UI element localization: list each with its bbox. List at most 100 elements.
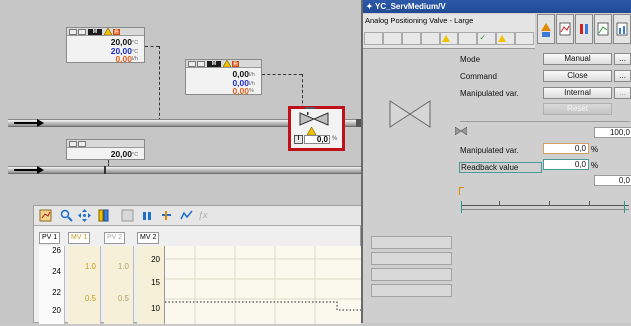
mode-tag: M [88, 29, 102, 35]
unit-label: % [249, 88, 254, 94]
window-titlebar[interactable]: ✦ YC_ServMedium/V [363, 0, 631, 13]
signal-line [145, 46, 159, 47]
window-title: YC_ServMedium/V [375, 2, 446, 11]
tick-label: 1.0 [84, 262, 96, 271]
valve-small-icon [455, 127, 467, 135]
flow-arrow-icon [14, 119, 44, 127]
tick-label: 24 [52, 267, 61, 276]
limit-view-button[interactable] [594, 14, 612, 44]
warning-icon [498, 35, 507, 42]
alarm-badge: F [113, 29, 120, 35]
warning-icon [441, 35, 450, 42]
axis-mv1: 1.0 0.5 [68, 246, 101, 324]
signal-line [262, 74, 302, 75]
readback-unit: % [591, 161, 599, 170]
measurement-faceplate-2[interactable]: M F 0,00 l/h 0,00 l/h 0,00 % [185, 59, 262, 96]
tick-label: 20 [52, 306, 61, 315]
measurement-faceplate-3[interactable]: 20,00 °C [66, 139, 145, 160]
valve-icon [299, 112, 329, 126]
valve-block-selected[interactable]: I 0,0 % [288, 106, 345, 151]
tab-pv2[interactable]: PV 2 [104, 232, 126, 244]
toggle-icon [69, 141, 77, 147]
manipulated-var-label: Manipulated var. [460, 146, 519, 155]
block-type-label: Analog Positioning Valve - Large [365, 16, 474, 25]
move-icon[interactable] [78, 209, 91, 222]
warning-icon [104, 28, 112, 35]
trend-window[interactable]: ƒx PV 1 MV 1 PV 2 MV 2 26 24 22 20 1.0 0… [33, 205, 362, 324]
reset-button[interactable]: Reset [543, 103, 612, 115]
zoom-icon[interactable] [60, 209, 73, 222]
valve-faceplate-window[interactable]: ✦ YC_ServMedium/V Analog Positioning Val… [361, 0, 631, 323]
valve-position-value: 0,0 [304, 135, 330, 144]
scale-max-value: 100,0 [594, 127, 631, 138]
unit-label: l/h [249, 72, 255, 78]
readback-label: Readback value [459, 162, 542, 173]
check-icon: ✓ [479, 33, 487, 42]
toggle-icon [197, 61, 205, 67]
separator [460, 121, 630, 122]
valve-stem [305, 107, 315, 109]
unit-label: l/h [132, 56, 138, 62]
signal-line [159, 46, 160, 126]
message-field [371, 268, 452, 281]
mode-button[interactable]: Manual [543, 53, 612, 65]
tick-label: 15 [151, 278, 160, 287]
measurement-faceplate-1[interactable]: M F 20,00 °C 20,00 °C 0,00 l/h [66, 27, 145, 64]
tick-label: 0.5 [84, 294, 96, 303]
sensor-tap [104, 166, 110, 174]
statistics-icon[interactable] [121, 209, 134, 222]
tab-mv2[interactable]: MV 2 [137, 232, 160, 244]
select-curve-icon[interactable] [180, 209, 193, 222]
trend-view-button[interactable] [556, 14, 574, 44]
toggle-icon [188, 61, 196, 67]
flow-arrow-icon [14, 166, 44, 174]
unit-label: l/h [249, 81, 255, 87]
axis-pv2: 1.0 0.5 [104, 246, 134, 324]
chart-view-button[interactable] [613, 14, 631, 44]
tick-label: 26 [52, 246, 61, 255]
value-out: 0,00 [115, 54, 132, 64]
ruler-icon[interactable] [97, 209, 110, 222]
chart-settings-icon[interactable] [39, 209, 52, 222]
trend-grid [165, 246, 361, 324]
unit-label: % [332, 136, 338, 142]
manipulated-var-unit: % [591, 145, 599, 154]
bar-tick [549, 201, 550, 206]
manipulated-source-button[interactable]: Internal [543, 87, 612, 99]
mode-indicator: I [294, 135, 303, 144]
columns-icon[interactable] [141, 209, 154, 222]
bar-tick [624, 201, 625, 213]
axis-mv2: 20 15 10 [137, 246, 165, 324]
tab-mv1[interactable]: MV 1 [68, 232, 91, 244]
command-more-button[interactable]: ... [614, 70, 631, 82]
toggle-icon [69, 29, 77, 35]
function-icon: ƒx [198, 210, 208, 220]
trend-plot-area[interactable] [165, 246, 361, 324]
tick-label: 20 [151, 255, 160, 264]
mode-more-button[interactable]: ... [614, 53, 631, 65]
faceplate-header [67, 140, 144, 148]
window-icon: ✦ [366, 2, 373, 11]
message-field [371, 236, 452, 249]
export-icon[interactable] [160, 209, 173, 222]
standard-view-button[interactable] [537, 14, 555, 44]
warning-icon [223, 60, 231, 67]
scale-min-value: 0,0 [594, 175, 631, 186]
value-pv: 20,00 [110, 149, 132, 159]
bar-axis [461, 205, 629, 206]
manipulated-var-input[interactable]: 0,0 [543, 143, 589, 154]
alarm-badge: F [232, 61, 239, 67]
unit-label: °C [132, 40, 139, 46]
mode-tag: M [207, 61, 221, 67]
bar-tick [461, 201, 462, 213]
parameter-view-button[interactable] [575, 14, 593, 44]
unit-label: °C [132, 152, 139, 158]
command-label: Command [460, 72, 497, 81]
manipulated-source-more-button[interactable]: ... [614, 87, 631, 99]
message-field [371, 284, 452, 297]
warning-icon [307, 127, 316, 135]
axis-pv1: 26 24 22 20 [39, 246, 65, 324]
command-button[interactable]: Close [543, 70, 612, 82]
tab-pv1[interactable]: PV 1 [39, 232, 61, 244]
value-out: 0,00 [232, 86, 249, 96]
